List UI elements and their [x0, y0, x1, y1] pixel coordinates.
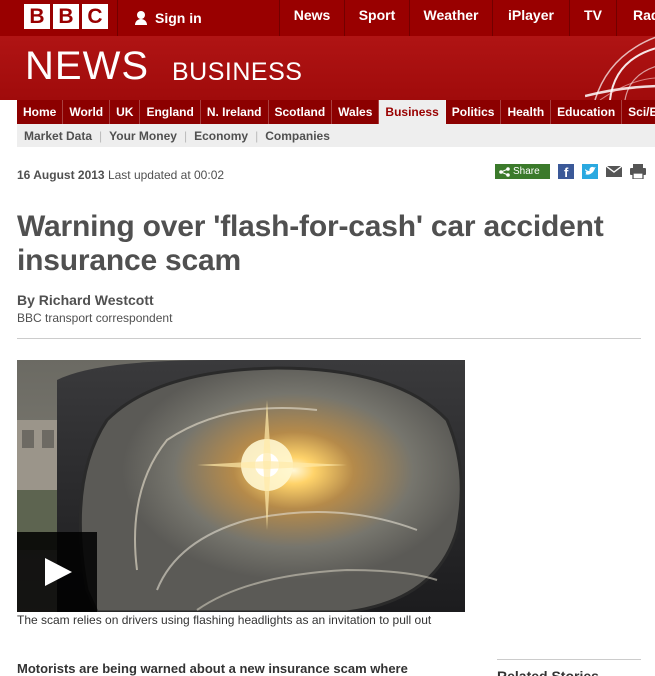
nav-n-ireland[interactable]: N. Ireland: [201, 100, 269, 124]
top-nav-iplayer[interactable]: iPlayer: [493, 0, 569, 36]
subnav-your-money[interactable]: Your Money: [102, 129, 184, 143]
top-nav-tv[interactable]: TV: [570, 0, 616, 36]
nav-education[interactable]: Education: [551, 100, 623, 124]
nav-wales[interactable]: Wales: [332, 100, 380, 124]
bbc-logo-letter: C: [82, 4, 108, 29]
top-nav-sport[interactable]: Sport: [345, 0, 409, 36]
top-nav-radio[interactable]: Radio: [617, 0, 655, 36]
related-stories-heading: Related Stories: [497, 668, 599, 676]
business-sub-nav: Market Data | Your Money | Economy | Com…: [17, 124, 655, 147]
svg-text:f: f: [564, 165, 569, 179]
top-nav-news[interactable]: News: [280, 0, 344, 36]
print-icon[interactable]: [630, 164, 646, 179]
article-dateline: 16 August 2013 Last updated at 00:02: [17, 168, 224, 182]
article-lead: Motorists are being warned about a new i…: [17, 661, 408, 676]
play-icon: [45, 558, 72, 586]
section-masthead: BUSINESS: [172, 58, 303, 86]
share-icon-group: f: [558, 164, 646, 179]
news-masthead[interactable]: NEWS: [25, 44, 149, 89]
article-headline: Warning over 'flash-for-cash' car accide…: [17, 210, 604, 277]
share-label: Share: [513, 166, 540, 177]
top-nav-weather[interactable]: Weather: [410, 0, 492, 36]
user-icon: [134, 11, 148, 25]
twitter-icon[interactable]: [582, 164, 598, 179]
bbc-logo-letter: B: [24, 4, 50, 29]
email-icon[interactable]: [606, 164, 622, 179]
video-player[interactable]: [17, 360, 465, 612]
divider: [17, 338, 641, 339]
divider: [117, 0, 118, 36]
bbc-logo-letter: B: [53, 4, 79, 29]
bbc-logo[interactable]: B B C: [24, 4, 108, 29]
sign-in-label: Sign in: [155, 10, 202, 26]
nav-politics[interactable]: Politics: [446, 100, 502, 124]
news-banner: NEWS BUSINESS: [0, 36, 655, 100]
article-author: By Richard Westcott: [17, 292, 154, 308]
play-button[interactable]: [17, 532, 97, 612]
author-role: BBC transport correspondent: [17, 311, 173, 325]
nav-sci-environment[interactable]: Sci/Environment: [622, 100, 655, 124]
nav-home[interactable]: Home: [17, 100, 64, 124]
nav-world[interactable]: World: [63, 100, 111, 124]
share-icon: [499, 166, 510, 177]
nav-england[interactable]: England: [140, 100, 201, 124]
bbc-top-bar: B B C Sign in News Sport Weather iPlayer…: [0, 0, 655, 36]
subnav-market-data[interactable]: Market Data: [17, 129, 99, 143]
sign-in-link[interactable]: Sign in: [134, 0, 202, 36]
facebook-icon[interactable]: f: [558, 164, 574, 179]
video-caption: The scam relies on drivers using flashin…: [17, 613, 432, 627]
nav-business[interactable]: Business: [379, 100, 446, 124]
banner-swirl-graphic: [585, 36, 655, 100]
nav-scotland[interactable]: Scotland: [269, 100, 333, 124]
nav-health[interactable]: Health: [501, 100, 552, 124]
last-updated: Last updated at 00:02: [107, 168, 225, 182]
share-button[interactable]: Share: [495, 164, 550, 179]
subnav-economy[interactable]: Economy: [187, 129, 255, 143]
divider: [497, 659, 641, 660]
subnav-companies[interactable]: Companies: [258, 129, 337, 143]
nav-uk[interactable]: UK: [110, 100, 141, 124]
section-nav: Home World UK England N. Ireland Scotlan…: [17, 100, 655, 124]
article-date: 16 August 2013: [17, 168, 105, 182]
